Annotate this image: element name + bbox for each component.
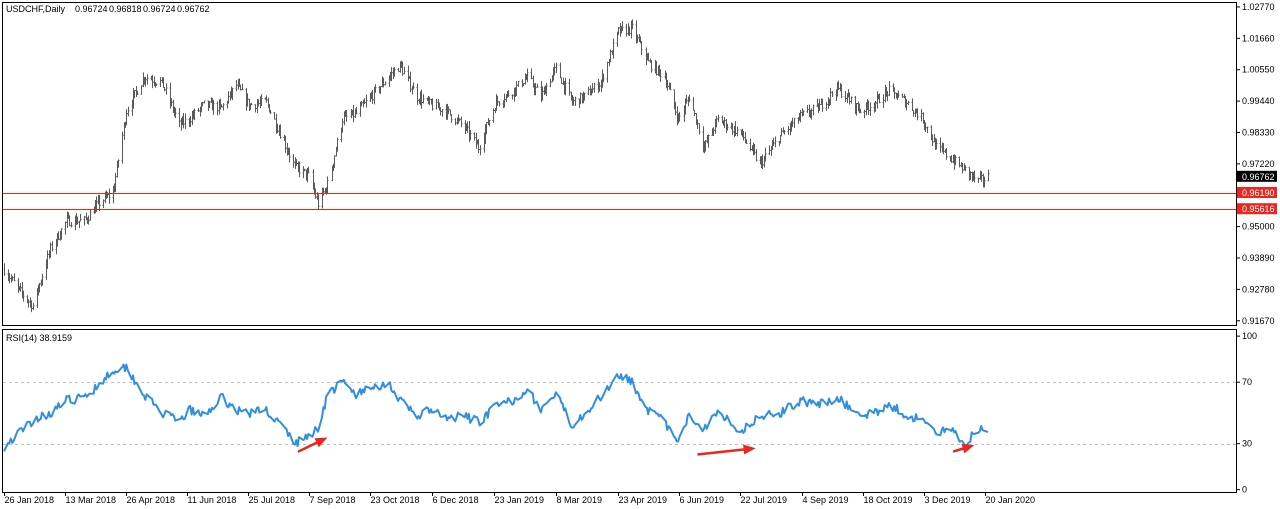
price-tick-8: 0.93890: [1242, 253, 1275, 263]
time-tick-15: 3 Dec 2019: [925, 495, 971, 505]
time-tick-2: 26 Apr 2018: [127, 495, 176, 505]
chart-title: USDCHF,Daily: [6, 4, 66, 14]
ohlc-close: 0.96762: [177, 4, 210, 14]
rsi-title: RSI(14) 38.9159: [6, 333, 72, 343]
rsi-tick-0: 100: [1242, 331, 1257, 341]
time-tick-5: 7 Sep 2018: [310, 495, 356, 505]
price-tick-1: 1.01660: [1242, 33, 1275, 43]
ohlc-open: 0.96724: [75, 4, 108, 14]
usdchf-daily-chart: 1.02770 1.01660 1.00550 0.99440 0.98330 0.972…: [0, 0, 1280, 509]
price-tick-4: 0.98330: [1242, 127, 1275, 137]
price-tick-2: 1.00550: [1242, 65, 1275, 75]
time-tick-4: 25 Jul 2018: [249, 495, 296, 505]
rsi-tick-1: 70: [1242, 377, 1252, 387]
time-tick-3: 11 Jun 2018: [188, 495, 237, 505]
time-tick-8: 23 Jan 2019: [495, 495, 545, 505]
support-price-label-1: 0.95616: [1242, 204, 1275, 214]
time-tick-12: 22 Jul 2019: [741, 495, 788, 505]
ohlc-high: 0.96818: [109, 4, 142, 14]
time-tick-13: 4 Sep 2019: [803, 495, 849, 505]
time-tick-10: 23 Apr 2019: [619, 495, 668, 505]
rsi-tick-2: 30: [1242, 439, 1252, 449]
time-tick-9: 8 Mar 2019: [557, 495, 603, 505]
time-tick-6: 23 Oct 2018: [371, 495, 420, 505]
price-tick-0: 1.02770: [1242, 2, 1275, 12]
current-price-label: 0.96762: [1242, 172, 1275, 182]
price-tick-7: 0.95000: [1242, 222, 1275, 232]
time-tick-11: 6 Jun 2019: [680, 495, 725, 505]
price-tick-10: 0.91670: [1242, 316, 1275, 326]
support-price-label-0: 0.96190: [1242, 188, 1275, 198]
price-tick-3: 0.99440: [1242, 96, 1275, 106]
rsi-tick-3: 0: [1242, 485, 1247, 495]
time-tick-0: 26 Jan 2018: [5, 495, 55, 505]
price-tick-5: 0.97220: [1242, 159, 1275, 169]
time-tick-14: 18 Oct 2019: [864, 495, 913, 505]
price-tick-9: 0.92780: [1242, 284, 1275, 294]
ohlc-low: 0.96724: [143, 4, 176, 14]
time-tick-1: 13 Mar 2018: [66, 495, 117, 505]
time-tick-7: 6 Dec 2018: [433, 495, 479, 505]
time-tick-16: 20 Jan 2020: [986, 495, 1036, 505]
